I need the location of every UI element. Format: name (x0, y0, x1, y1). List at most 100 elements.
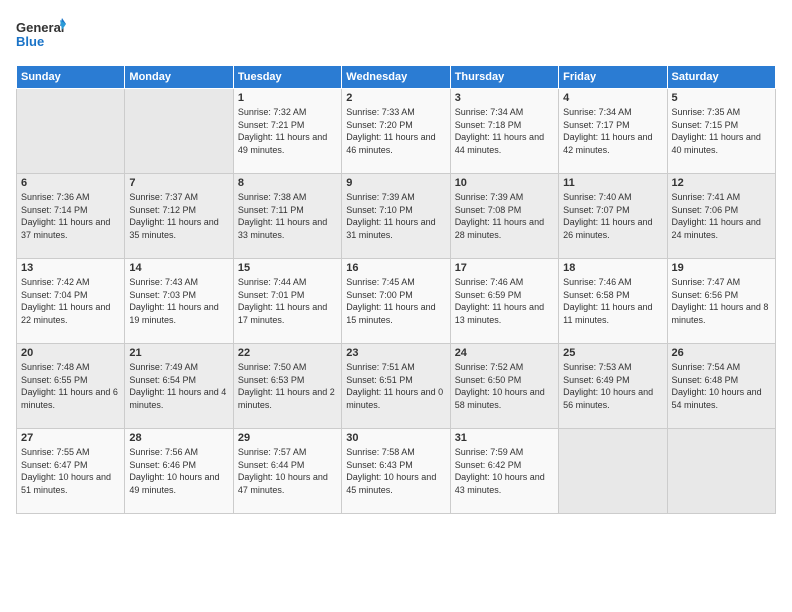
day-info: Sunrise: 7:36 AM Sunset: 7:14 PM Dayligh… (21, 191, 120, 241)
day-number: 8 (238, 177, 337, 189)
day-info: Sunrise: 7:34 AM Sunset: 7:17 PM Dayligh… (563, 106, 662, 156)
page: General Blue SundayMondayTuesdayWednesda… (0, 0, 792, 524)
day-info: Sunrise: 7:47 AM Sunset: 6:56 PM Dayligh… (672, 276, 771, 326)
day-number: 24 (455, 347, 554, 359)
day-number: 25 (563, 347, 662, 359)
calendar-week-row: 13Sunrise: 7:42 AM Sunset: 7:04 PM Dayli… (17, 259, 776, 344)
calendar-cell: 18 Sunrise: 7:46 AM Sunset: 6:58 PM Dayli… (559, 259, 667, 344)
calendar-cell: 27 Sunrise: 7:55 AM Sunset: 6:47 PM Dayli… (17, 429, 125, 514)
day-info: Sunrise: 7:57 AM Sunset: 6:44 PM Dayligh… (238, 446, 337, 496)
logo: General Blue (16, 16, 66, 57)
weekday-header-sunday: Sunday (17, 66, 125, 89)
day-info: Sunrise: 7:43 AM Sunset: 7:03 PM Dayligh… (129, 276, 228, 326)
weekday-header-thursday: Thursday (450, 66, 558, 89)
calendar-week-row: 20Sunrise: 7:48 AM Sunset: 6:55 PM Dayli… (17, 344, 776, 429)
day-number: 28 (129, 432, 228, 444)
day-number: 15 (238, 262, 337, 274)
calendar-table: SundayMondayTuesdayWednesdayThursdayFrid… (16, 65, 776, 514)
day-info: Sunrise: 7:46 AM Sunset: 6:58 PM Dayligh… (563, 276, 662, 326)
day-number: 1 (238, 92, 337, 104)
calendar-cell (559, 429, 667, 514)
weekday-header-saturday: Saturday (667, 66, 775, 89)
day-info: Sunrise: 7:52 AM Sunset: 6:50 PM Dayligh… (455, 361, 554, 411)
svg-text:Blue: Blue (16, 34, 44, 49)
weekday-header-monday: Monday (125, 66, 233, 89)
calendar-cell: 12 Sunrise: 7:41 AM Sunset: 7:06 PM Dayli… (667, 174, 775, 259)
calendar-cell: 13Sunrise: 7:42 AM Sunset: 7:04 PM Dayli… (17, 259, 125, 344)
calendar-week-row: 27 Sunrise: 7:55 AM Sunset: 6:47 PM Dayli… (17, 429, 776, 514)
day-number: 23 (346, 347, 445, 359)
day-number: 17 (455, 262, 554, 274)
day-number: 22 (238, 347, 337, 359)
calendar-cell: 21 Sunrise: 7:49 AM Sunset: 6:54 PM Dayli… (125, 344, 233, 429)
day-number: 4 (563, 92, 662, 104)
calendar-cell: 1 Sunrise: 7:32 AM Sunset: 7:21 PM Daylig… (233, 89, 341, 174)
calendar-cell: 11 Sunrise: 7:40 AM Sunset: 7:07 PM Dayli… (559, 174, 667, 259)
day-info: Sunrise: 7:45 AM Sunset: 7:00 PM Dayligh… (346, 276, 445, 326)
day-info: Sunrise: 7:42 AM Sunset: 7:04 PM Dayligh… (21, 276, 120, 326)
svg-text:General: General (16, 20, 64, 35)
calendar-cell: 16 Sunrise: 7:45 AM Sunset: 7:00 PM Dayli… (342, 259, 450, 344)
calendar-cell: 23Sunrise: 7:51 AM Sunset: 6:51 PM Dayli… (342, 344, 450, 429)
calendar-cell: 5 Sunrise: 7:35 AM Sunset: 7:15 PM Daylig… (667, 89, 775, 174)
day-number: 2 (346, 92, 445, 104)
day-info: Sunrise: 7:37 AM Sunset: 7:12 PM Dayligh… (129, 191, 228, 241)
day-info: Sunrise: 7:41 AM Sunset: 7:06 PM Dayligh… (672, 191, 771, 241)
day-number: 3 (455, 92, 554, 104)
calendar-cell: 2 Sunrise: 7:33 AM Sunset: 7:20 PM Daylig… (342, 89, 450, 174)
calendar-cell: 15 Sunrise: 7:44 AM Sunset: 7:01 PM Dayli… (233, 259, 341, 344)
day-number: 19 (672, 262, 771, 274)
day-info: Sunrise: 7:50 AM Sunset: 6:53 PM Dayligh… (238, 361, 337, 411)
weekday-header-friday: Friday (559, 66, 667, 89)
calendar-cell: 9 Sunrise: 7:39 AM Sunset: 7:10 PM Daylig… (342, 174, 450, 259)
day-info: Sunrise: 7:33 AM Sunset: 7:20 PM Dayligh… (346, 106, 445, 156)
day-number: 30 (346, 432, 445, 444)
calendar-cell: 29 Sunrise: 7:57 AM Sunset: 6:44 PM Dayli… (233, 429, 341, 514)
weekday-header-row: SundayMondayTuesdayWednesdayThursdayFrid… (17, 66, 776, 89)
day-info: Sunrise: 7:39 AM Sunset: 7:10 PM Dayligh… (346, 191, 445, 241)
calendar-cell: 26 Sunrise: 7:54 AM Sunset: 6:48 PM Dayli… (667, 344, 775, 429)
calendar-week-row: 6 Sunrise: 7:36 AM Sunset: 7:14 PM Daylig… (17, 174, 776, 259)
calendar-cell: 24 Sunrise: 7:52 AM Sunset: 6:50 PM Dayli… (450, 344, 558, 429)
day-number: 16 (346, 262, 445, 274)
calendar-cell: 19 Sunrise: 7:47 AM Sunset: 6:56 PM Dayli… (667, 259, 775, 344)
day-number: 10 (455, 177, 554, 189)
calendar-week-row: 1 Sunrise: 7:32 AM Sunset: 7:21 PM Daylig… (17, 89, 776, 174)
day-info: Sunrise: 7:59 AM Sunset: 6:42 PM Dayligh… (455, 446, 554, 496)
calendar-cell: 14Sunrise: 7:43 AM Sunset: 7:03 PM Dayli… (125, 259, 233, 344)
day-number: 12 (672, 177, 771, 189)
day-info: Sunrise: 7:32 AM Sunset: 7:21 PM Dayligh… (238, 106, 337, 156)
day-info: Sunrise: 7:56 AM Sunset: 6:46 PM Dayligh… (129, 446, 228, 496)
day-info: Sunrise: 7:35 AM Sunset: 7:15 PM Dayligh… (672, 106, 771, 156)
day-info: Sunrise: 7:55 AM Sunset: 6:47 PM Dayligh… (21, 446, 120, 496)
calendar-cell (17, 89, 125, 174)
calendar-cell: 4 Sunrise: 7:34 AM Sunset: 7:17 PM Daylig… (559, 89, 667, 174)
day-info: Sunrise: 7:53 AM Sunset: 6:49 PM Dayligh… (563, 361, 662, 411)
day-number: 31 (455, 432, 554, 444)
day-info: Sunrise: 7:58 AM Sunset: 6:43 PM Dayligh… (346, 446, 445, 496)
calendar-cell: 3 Sunrise: 7:34 AM Sunset: 7:18 PM Daylig… (450, 89, 558, 174)
day-info: Sunrise: 7:44 AM Sunset: 7:01 PM Dayligh… (238, 276, 337, 326)
calendar-cell: 8Sunrise: 7:38 AM Sunset: 7:11 PM Daylig… (233, 174, 341, 259)
day-number: 11 (563, 177, 662, 189)
day-number: 27 (21, 432, 120, 444)
calendar-cell: 22 Sunrise: 7:50 AM Sunset: 6:53 PM Dayli… (233, 344, 341, 429)
day-info: Sunrise: 7:49 AM Sunset: 6:54 PM Dayligh… (129, 361, 228, 411)
calendar-cell (667, 429, 775, 514)
calendar-cell: 6 Sunrise: 7:36 AM Sunset: 7:14 PM Daylig… (17, 174, 125, 259)
day-info: Sunrise: 7:34 AM Sunset: 7:18 PM Dayligh… (455, 106, 554, 156)
day-number: 7 (129, 177, 228, 189)
calendar-cell: 28 Sunrise: 7:56 AM Sunset: 6:46 PM Dayli… (125, 429, 233, 514)
day-number: 6 (21, 177, 120, 189)
day-number: 26 (672, 347, 771, 359)
day-number: 5 (672, 92, 771, 104)
day-number: 18 (563, 262, 662, 274)
day-info: Sunrise: 7:40 AM Sunset: 7:07 PM Dayligh… (563, 191, 662, 241)
weekday-header-tuesday: Tuesday (233, 66, 341, 89)
logo-svg: General Blue (16, 16, 66, 52)
calendar-cell: 17Sunrise: 7:46 AM Sunset: 6:59 PM Dayli… (450, 259, 558, 344)
day-number: 29 (238, 432, 337, 444)
day-info: Sunrise: 7:54 AM Sunset: 6:48 PM Dayligh… (672, 361, 771, 411)
day-number: 21 (129, 347, 228, 359)
day-number: 9 (346, 177, 445, 189)
